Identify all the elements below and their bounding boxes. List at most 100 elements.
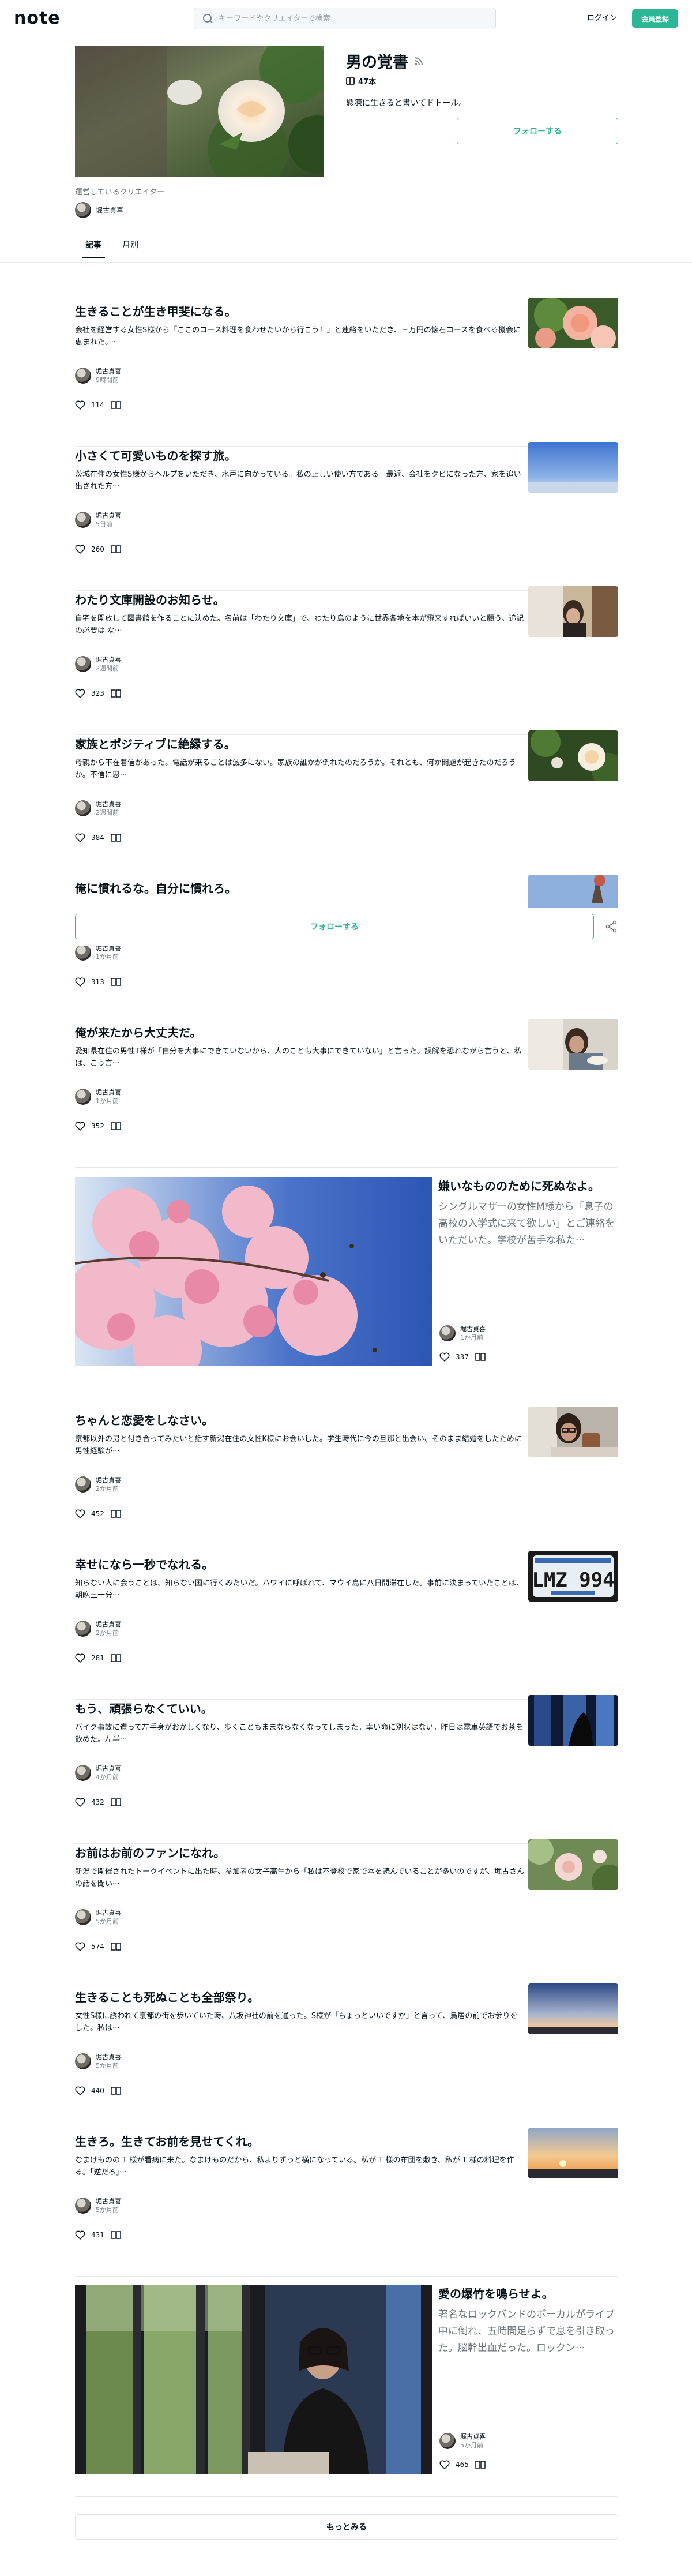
- heart-icon[interactable]: [75, 1653, 85, 1663]
- author-name[interactable]: 堀古貞喜: [96, 655, 121, 664]
- magazine-add-icon[interactable]: [110, 545, 122, 554]
- avatar[interactable]: [75, 800, 91, 816]
- signup-button[interactable]: 会員登録: [632, 9, 678, 28]
- avatar[interactable]: [439, 2433, 456, 2449]
- avatar[interactable]: [75, 2053, 91, 2069]
- article-thumbnail[interactable]: [528, 1019, 618, 1070]
- article-thumbnail[interactable]: [528, 2128, 618, 2178]
- article-title[interactable]: 生きることが生き甲斐になる。: [75, 302, 513, 319]
- magazine-add-icon[interactable]: [110, 2230, 122, 2240]
- article-excerpt[interactable]: 女性S様に誘われて京都の街を歩いていた時、八坂神社の前を通った。S様が「ちょっと…: [75, 2010, 525, 2034]
- author-row[interactable]: 堀古貞喜 5日前: [75, 511, 121, 528]
- avatar[interactable]: [75, 944, 91, 961]
- heart-icon[interactable]: [75, 2230, 85, 2240]
- magazine-add-icon[interactable]: [110, 977, 122, 987]
- author-row[interactable]: 堀古貞喜 1か月前: [439, 1325, 486, 1342]
- follow-button[interactable]: フォローする: [457, 118, 618, 144]
- article-thumbnail[interactable]: [528, 1983, 618, 2034]
- author-name[interactable]: 堀古貞喜: [96, 367, 121, 376]
- article-title[interactable]: 小さくて可愛いものを探す旅。: [75, 447, 513, 463]
- featured-excerpt[interactable]: 著名なロックバンドのボーカルがライブ中に倒れ、五時間足らずで息を引き取った。脳幹…: [438, 2307, 618, 2357]
- heart-icon[interactable]: [439, 1352, 450, 1362]
- avatar[interactable]: [75, 656, 91, 672]
- article-excerpt[interactable]: 知らない人に会うことは、知らない国に行くみたいだ。ハワイに呼ばれて、マウイ島に八…: [75, 1577, 525, 1602]
- author-name[interactable]: 堀古貞喜: [460, 1325, 486, 1333]
- article-card[interactable]: お前はお前のファンになれ。新潟で開催されたトークイベントに出た時、参加者の女子高…: [75, 1839, 618, 1988]
- author-row[interactable]: 堀古貞喜 2週間前: [75, 800, 121, 817]
- floating-follow-button[interactable]: フォローする: [75, 914, 594, 939]
- search-input[interactable]: [219, 14, 484, 23]
- heart-icon[interactable]: [75, 545, 85, 554]
- operator-row[interactable]: 堀古貞喜: [75, 202, 123, 218]
- magazine-add-icon[interactable]: [110, 2086, 122, 2095]
- article-thumbnail[interactable]: [528, 586, 618, 637]
- article-title[interactable]: 幸せになら一秒でなれる。: [75, 1555, 513, 1572]
- article-thumbnail[interactable]: [528, 1695, 618, 1746]
- load-more-button[interactable]: もっとみる: [75, 2514, 618, 2540]
- article-title[interactable]: 生きることも死ぬことも全部祭り。: [75, 1988, 513, 2005]
- article-thumbnail[interactable]: LMZ 994: [528, 1551, 618, 1602]
- avatar[interactable]: [75, 1089, 91, 1105]
- magazine-add-icon[interactable]: [110, 400, 122, 410]
- note-logo[interactable]: note: [14, 8, 61, 28]
- article-thumbnail[interactable]: [528, 1407, 618, 1457]
- author-row[interactable]: 堀古貞喜 5か月前: [75, 1908, 121, 1926]
- featured-title[interactable]: 嫌いなもののために死ぬなよ。: [438, 1177, 618, 1194]
- heart-icon[interactable]: [75, 1942, 85, 1951]
- article-excerpt[interactable]: 自宅を開放して図書館を作ることに決めた。名前は「わたり文庫」で、わたり鳥のように…: [75, 613, 525, 637]
- article-title[interactable]: もう、頑張らなくていい。: [75, 1700, 513, 1716]
- article-card[interactable]: 小さくて可愛いものを探す旅。 茨城在住の女性S様からヘルプをいただき、水戸に向かっ…: [75, 442, 618, 591]
- article-title[interactable]: お前はお前のファンになれ。: [75, 1844, 513, 1861]
- article-card[interactable]: もう、頑張らなくていい。バイク事故に遭って左手身がおかしくなり、歩くこともままな…: [75, 1695, 618, 1844]
- magazine-add-icon[interactable]: [110, 1122, 122, 1131]
- article-thumbnail[interactable]: [528, 730, 618, 781]
- magazine-add-icon[interactable]: [110, 689, 122, 698]
- author-row[interactable]: 堀古貞喜 5か月前: [75, 2197, 121, 2214]
- avatar[interactable]: [75, 1476, 91, 1493]
- author-row[interactable]: 堀古貞喜 1か月前: [75, 1088, 121, 1105]
- heart-icon[interactable]: [75, 1122, 85, 1131]
- magazine-add-icon[interactable]: [110, 1798, 122, 1807]
- tab-monthly[interactable]: 月別: [112, 233, 149, 258]
- featured-article[interactable]: 愛の爆竹を鳴らせよ。 著名なロックバンドのボーカルがライブ中に倒れ、五時間足らず…: [75, 2285, 618, 2497]
- avatar[interactable]: [75, 368, 91, 384]
- magazine-add-icon[interactable]: [475, 1352, 486, 1362]
- featured-image-window-portrait[interactable]: [75, 2285, 432, 2474]
- magazine-add-icon[interactable]: [110, 833, 122, 842]
- heart-icon[interactable]: [75, 1509, 85, 1518]
- article-excerpt[interactable]: 会社を経営する女性S様から「ここのコース料理を食わせたいから行こう！」と連絡をい…: [75, 324, 525, 348]
- author-name[interactable]: 堀古貞喜: [96, 800, 121, 808]
- avatar[interactable]: [75, 1909, 91, 1925]
- article-card[interactable]: ちゃんと恋愛をしなさい。京都以外の男と付き合ってみたいと話す新潟在住の女性K様に…: [75, 1407, 618, 1555]
- article-excerpt[interactable]: 愛知県在住の男性T様が「自分を大事にできていないから、人のことも大事にできていな…: [75, 1045, 525, 1070]
- article-title[interactable]: わたり文庫開設のお知らせ。: [75, 591, 513, 608]
- article-title[interactable]: ちゃんと恋愛をしなさい。: [75, 1411, 513, 1428]
- avatar[interactable]: [75, 1621, 91, 1637]
- article-title[interactable]: 生きろ。生きてお前を見せてくれ。: [75, 2132, 513, 2149]
- article-excerpt[interactable]: 母親から不在着信があった。電話が来ることは滅多にない。家族の誰かが倒れたのだろう…: [75, 757, 525, 781]
- search-box[interactable]: [194, 8, 496, 29]
- author-row[interactable]: 堀古貞喜 5か月前: [439, 2432, 486, 2450]
- author-row[interactable]: 堀古貞喜 2週間前: [75, 655, 121, 673]
- author-name[interactable]: 堀古貞喜: [96, 1620, 121, 1629]
- author-row[interactable]: 堀古貞喜 1か月前: [75, 944, 121, 961]
- operator-name[interactable]: 堀古貞喜: [96, 205, 123, 215]
- author-name[interactable]: 堀古貞喜: [96, 2197, 121, 2206]
- magazine-add-icon[interactable]: [110, 1942, 122, 1951]
- article-title[interactable]: 家族とポジティブに絶縁する。: [75, 735, 513, 752]
- heart-icon[interactable]: [75, 1798, 85, 1807]
- article-excerpt[interactable]: 新潟で開催されたトークイベントに出た時、参加者の女子高生から「私は不登校で家で本…: [75, 1866, 525, 1890]
- rss-icon[interactable]: [414, 57, 423, 66]
- avatar[interactable]: [439, 1325, 456, 1341]
- avatar[interactable]: [75, 512, 91, 528]
- article-card[interactable]: 生きろ。生きてお前を見せてくれ。 なまけものの T 様が看病に来た。なまけものだか…: [75, 2128, 618, 2277]
- share-icon[interactable]: [604, 920, 618, 933]
- article-thumbnail[interactable]: [528, 1839, 618, 1890]
- article-excerpt[interactable]: バイク事故に遭って左手身がおかしくなり、歩くこともままならなくなってしまった。幸…: [75, 1722, 525, 1746]
- featured-article[interactable]: 嫌いなもののために死ぬなよ。 シングルマザーの女性M様から「息子の高校の入学式に…: [75, 1177, 618, 1389]
- article-excerpt[interactable]: 京都以外の男と付き合ってみたいと話す新潟在住の女性K様にお会いした。学生時代に今…: [75, 1433, 525, 1457]
- featured-excerpt[interactable]: シングルマザーの女性M様から「息子の高校の入学式に来て欲しい」とご連絡をいただい…: [438, 1199, 618, 1249]
- author-name[interactable]: 堀古貞喜: [96, 2053, 121, 2061]
- heart-icon[interactable]: [439, 2460, 450, 2469]
- avatar[interactable]: [75, 1765, 91, 1781]
